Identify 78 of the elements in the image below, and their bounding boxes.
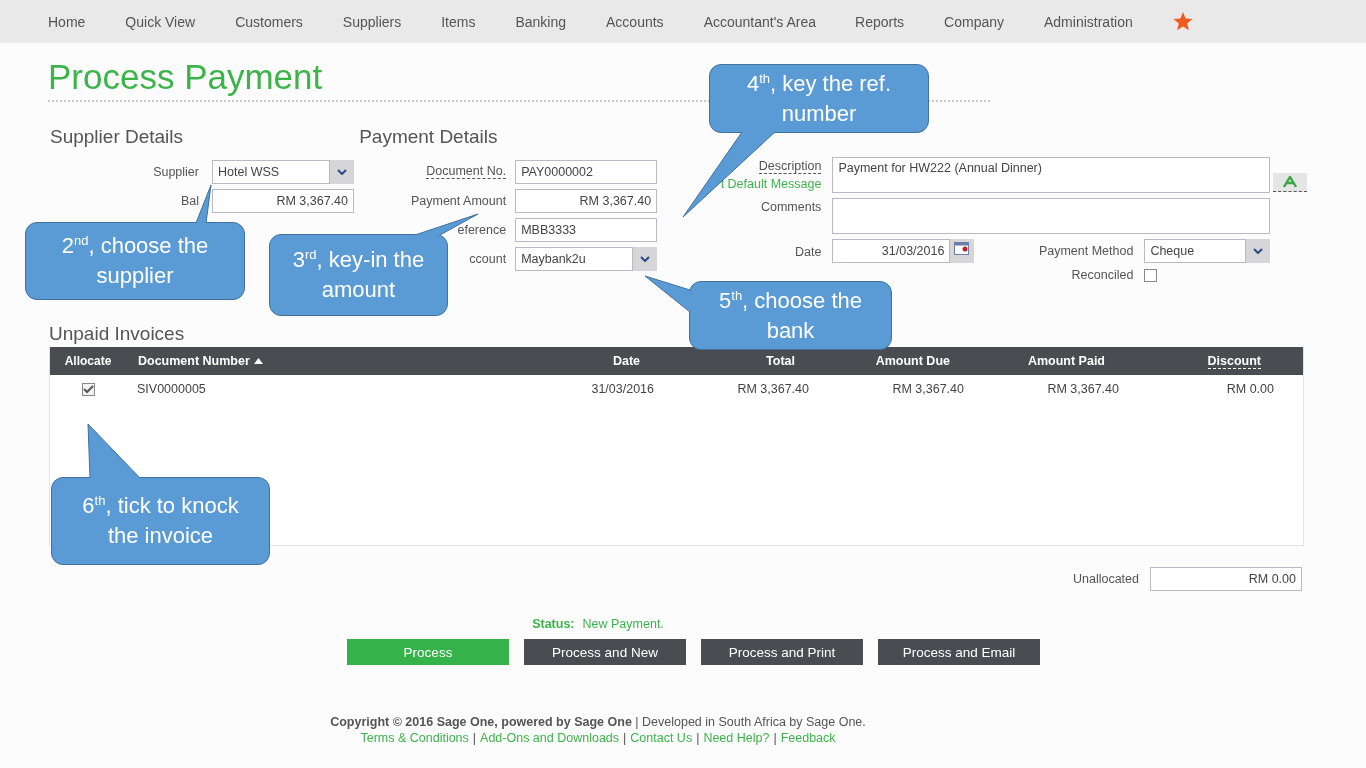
dropdown-field[interactable]: Cheque [1144, 239, 1247, 263]
dropdown-button[interactable] [1246, 239, 1271, 263]
comments-field[interactable] [832, 198, 1271, 234]
field-label: Supplier [153, 164, 199, 179]
date-field[interactable]: 31/03/2016 [832, 239, 951, 263]
section-heading: Payment Details [359, 126, 499, 149]
field-label: Description [758, 159, 822, 174]
nav-link[interactable]: Suppliers [342, 13, 402, 30]
calendar-button[interactable] [950, 239, 975, 263]
column-header[interactable]: Total [766, 354, 795, 368]
callout-text: 5$^{th}$, choose the bank [718, 286, 863, 345]
separator: | [696, 731, 700, 745]
callout-text: 3$^{rd}$, key-in the amount [291, 245, 426, 304]
dropdown-button[interactable] [330, 159, 354, 184]
separator: | [773, 731, 777, 745]
field-label: eference [457, 222, 507, 237]
section-heading: Supplier Details [50, 126, 185, 149]
field-label: Reconciled [1071, 268, 1134, 282]
field-label: Payment Amount [410, 193, 507, 208]
nav-link[interactable]: Administration [1044, 13, 1133, 30]
input-field[interactable]: MBB3333 [515, 217, 658, 242]
input-field[interactable]: RM 3,367.40 [212, 188, 354, 213]
nav-link[interactable]: Items [441, 13, 476, 30]
action-button[interactable]: Process and Print [701, 639, 863, 665]
checkbox[interactable] [1144, 268, 1158, 282]
column-header[interactable]: Discount [1207, 353, 1261, 369]
status-text: New Payment. [582, 617, 664, 631]
nav-link[interactable]: Accountant's Area [703, 13, 817, 30]
allocate-checkbox[interactable] [81, 382, 95, 396]
status-label: Status: [532, 617, 575, 631]
column-header[interactable]: Document Number [138, 354, 250, 368]
nav-link[interactable]: Reports [855, 13, 905, 30]
caret-icon[interactable] [337, 168, 347, 175]
column-header[interactable]: Allocate [50, 354, 126, 368]
table-cell: RM 0.00 [1226, 382, 1274, 396]
callout-text: 2$^{nd}$, choose the supplier [60, 231, 210, 290]
copyright-text: Copyright © 2016 Sage One, powered by Sage One | Developed in South Africa by Sage One. [329, 715, 867, 729]
nav-link[interactable]: Banking [515, 13, 567, 30]
caret-icon[interactable] [640, 255, 651, 262]
table-cell: SIV0000005 [137, 382, 206, 396]
field-label: Payment Method [1038, 244, 1134, 258]
description-field[interactable]: Payment for HW222 (Annual Dinner) [832, 157, 1271, 193]
section-heading: Unpaid Invoices [49, 323, 185, 344]
column-header[interactable]: Amount Paid [1027, 354, 1105, 368]
callout-text: 6$^{th}$, tick to knock the invoice [81, 491, 240, 550]
table-cell: 31/03/2016 [591, 382, 654, 396]
separator: | [472, 731, 477, 745]
table-cell: RM 3,367.40 [892, 382, 964, 396]
action-button[interactable]: Process and New [524, 639, 686, 665]
field-label: Unallocated [1073, 572, 1139, 586]
dropdown-field[interactable]: Maybank2u [515, 246, 634, 271]
dropdown-button[interactable] [633, 246, 658, 271]
input-field[interactable]: PAY0000002 [515, 159, 658, 184]
field-label: Bal [180, 193, 199, 208]
field-label: Comments [760, 200, 822, 214]
star-icon[interactable] [1172, 12, 1193, 31]
nav-link[interactable]: Customers [235, 13, 303, 30]
sort-arrow-icon[interactable] [253, 358, 263, 364]
dropdown-field[interactable]: Hotel WSS [212, 159, 330, 184]
column-header[interactable]: Date [612, 354, 640, 368]
field-label: Document No. [426, 164, 507, 179]
nav-link[interactable]: Accounts [606, 13, 664, 30]
input-field: RM 0.00 [1150, 567, 1302, 591]
separator: | [623, 731, 627, 745]
nav-link[interactable]: Home [48, 13, 86, 30]
input-field[interactable]: RM 3,367.40 [515, 188, 658, 213]
column-header[interactable]: Amount Due [875, 354, 950, 368]
font-button[interactable] [1273, 173, 1308, 192]
caret-icon[interactable] [1253, 248, 1264, 254]
table-cell: RM 3,367.40 [1047, 382, 1119, 396]
field-label: Date [794, 245, 822, 259]
callout-text: 4$^{th}$, key the ref. number [745, 69, 893, 128]
calendar-icon[interactable] [954, 241, 971, 255]
nav-link[interactable]: Company [944, 13, 1004, 30]
action-button[interactable]: Process and Email [878, 639, 1040, 665]
table-cell: RM 3,367.40 [737, 382, 809, 396]
field-label: ccount [469, 251, 507, 266]
nav-link[interactable]: Quick View [125, 13, 196, 30]
